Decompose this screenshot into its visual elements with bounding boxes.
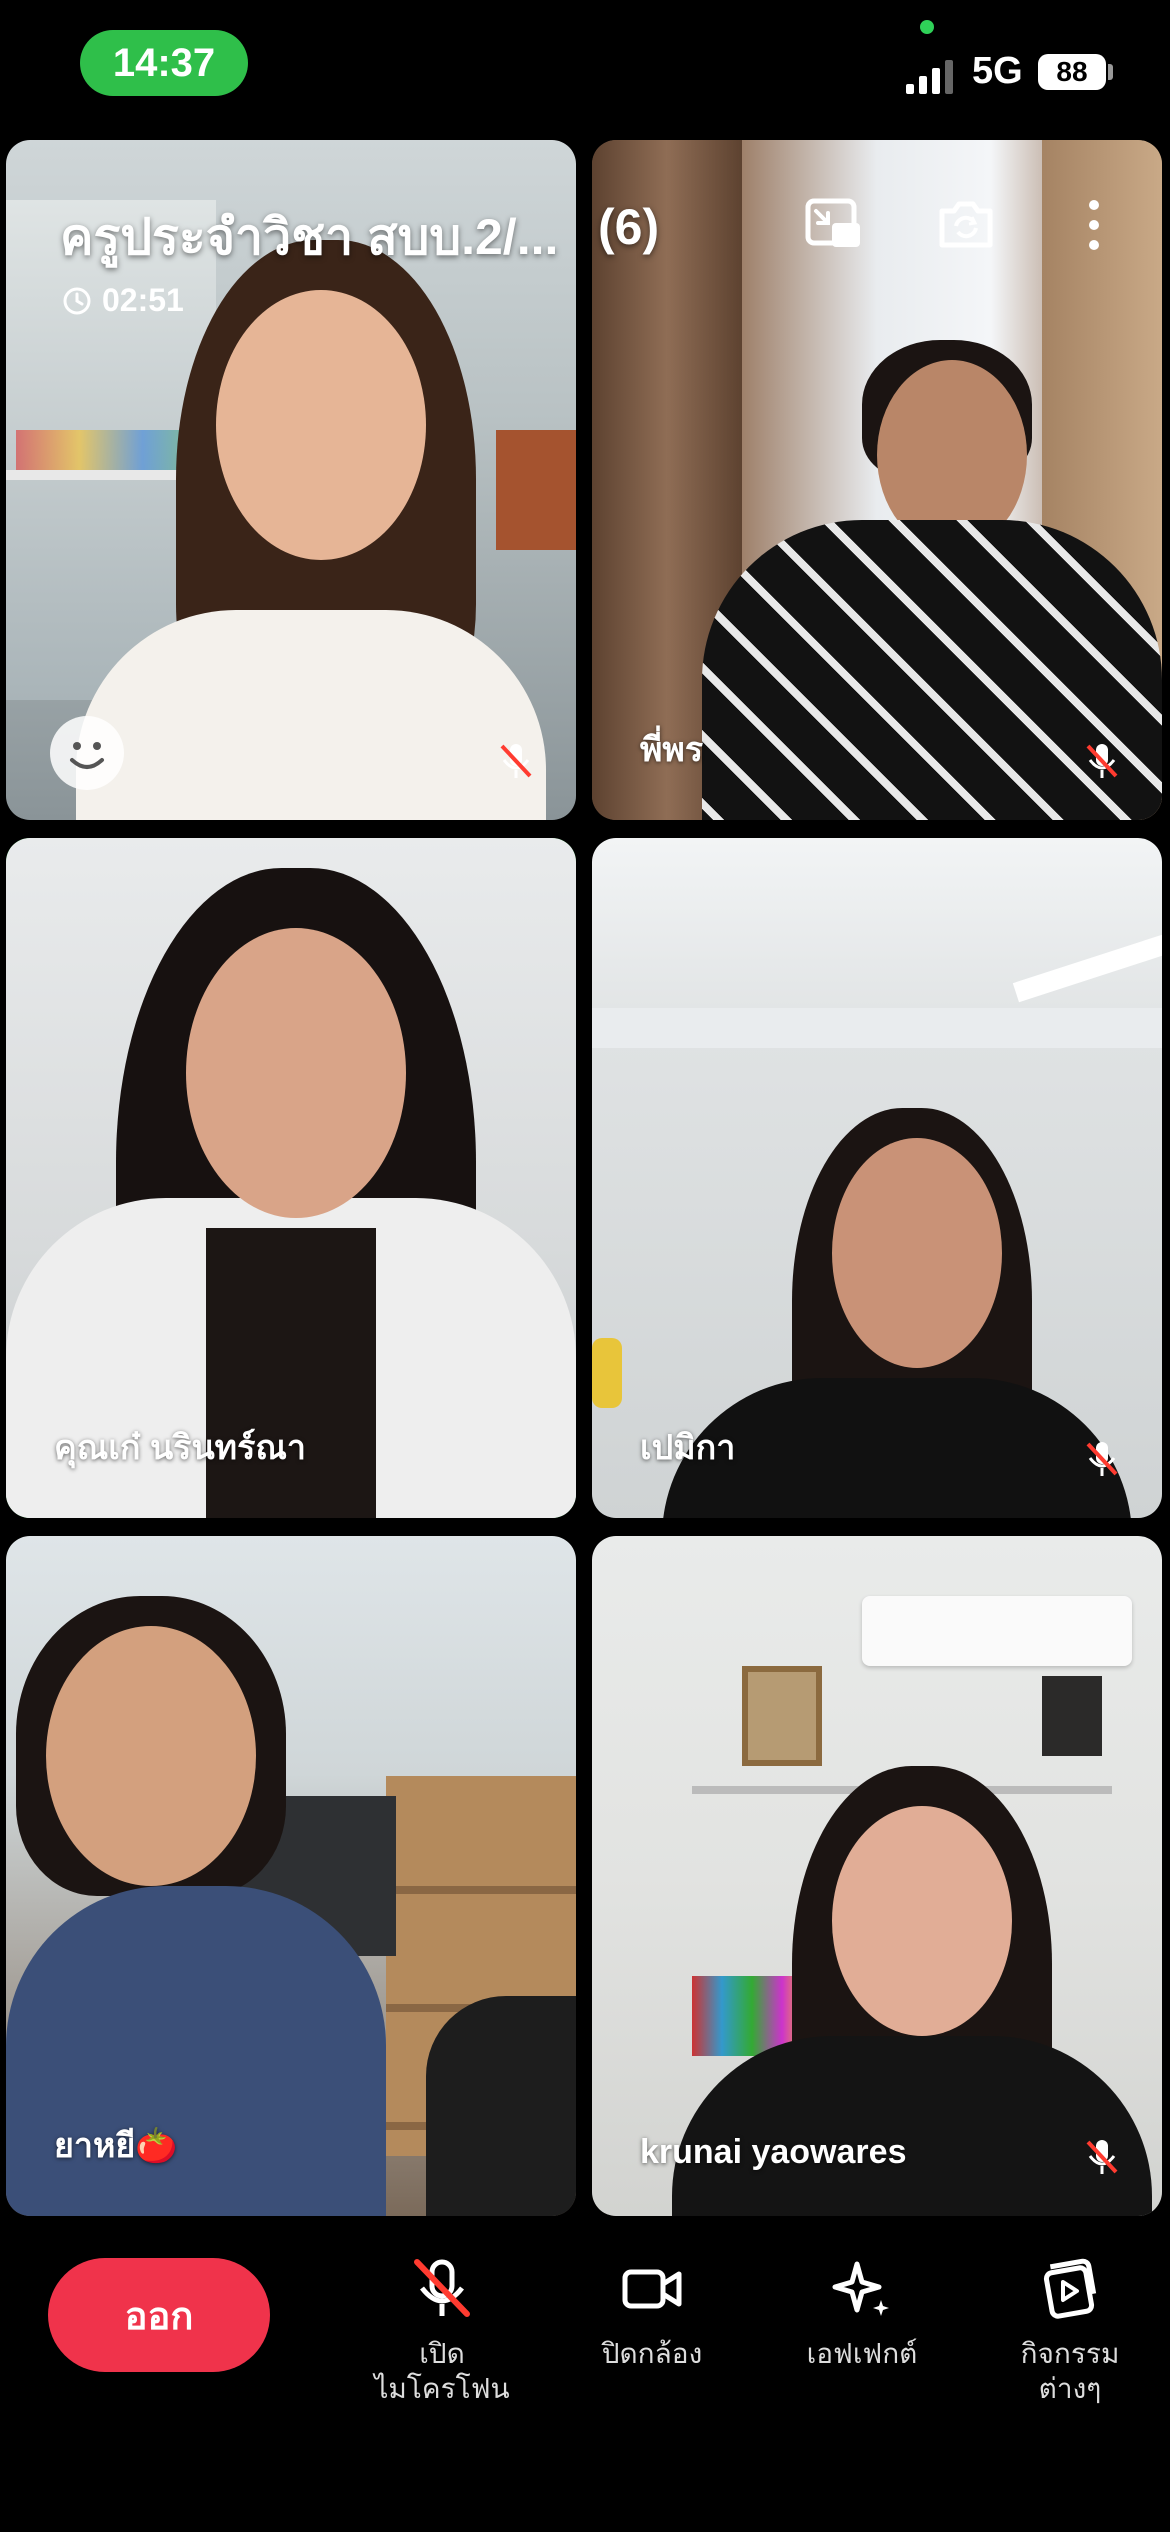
mic-off-icon <box>414 2259 470 2317</box>
participant-name: ยาหยี🍅 <box>54 2127 178 2165</box>
switch-camera-icon[interactable] <box>934 193 998 257</box>
mic-muted-icon <box>1080 738 1124 782</box>
participant-name: เปมิกา <box>640 1429 736 1467</box>
video-camera-icon <box>622 2269 682 2309</box>
call-timer: 02:51 <box>62 282 184 319</box>
effects-button[interactable]: เอฟเฟกต์ <box>762 2254 962 2371</box>
call-duration: 02:51 <box>102 282 184 318</box>
network-type: 5G <box>972 50 1023 92</box>
video-feed <box>592 1536 1162 2216</box>
smiley-icon <box>70 742 104 769</box>
participant-name: คุณเก๋ นรินทร์ณา <box>54 1429 306 1467</box>
sparkle-icon <box>832 2261 889 2316</box>
mic-in-use-indicator <box>920 20 934 34</box>
status-bar: 14:37 5G 88 <box>0 0 1170 130</box>
camera-toggle-button[interactable]: ปิดกล้อง <box>552 2254 752 2371</box>
participant-tile[interactable]: krunai yaowares <box>592 1536 1162 2216</box>
signal-strength-icon <box>906 56 953 94</box>
microphone-toggle-button[interactable]: เปิด ไมโครโฟน <box>342 2254 542 2406</box>
reaction-button[interactable] <box>50 716 124 790</box>
status-time[interactable]: 14:37 <box>80 30 248 96</box>
mic-muted-icon <box>494 738 538 782</box>
camera-label: ปิดกล้อง <box>601 2338 703 2369</box>
participant-count[interactable]: (6) <box>598 198 659 256</box>
participant-name: พี่พร <box>640 731 704 769</box>
participant-tile[interactable]: ยาหยี🍅 <box>6 1536 576 2216</box>
participant-tile[interactable]: เปมิกา <box>592 838 1162 1518</box>
clock-icon <box>63 287 91 314</box>
play-cards-icon <box>1043 2258 1097 2319</box>
mic-muted-icon <box>1080 1436 1124 1480</box>
activities-button[interactable]: กิจกรรม ต่างๆ <box>970 2254 1170 2406</box>
participant-name: krunai yaowares <box>640 2133 907 2171</box>
activities-label: กิจกรรม ต่างๆ <box>1020 2338 1120 2404</box>
video-feed <box>6 1536 576 2216</box>
battery-icon <box>1108 64 1113 80</box>
video-feed <box>592 838 1162 1518</box>
leave-call-button[interactable]: ออก <box>48 2258 270 2372</box>
video-feed <box>6 838 576 1518</box>
effects-label: เอฟเฟกต์ <box>806 2338 918 2369</box>
mic-muted-icon <box>1080 2134 1124 2178</box>
more-options-icon[interactable] <box>1062 193 1126 257</box>
microphone-label: เปิด ไมโครโฟน <box>374 2338 510 2404</box>
participant-tile-active-speaker[interactable]: คุณเก๋ นรินทร์ณา <box>6 838 576 1518</box>
call-title[interactable]: ครูประจำวิชา สบบ.2/... <box>60 198 558 277</box>
battery-level: 88 <box>1038 54 1106 90</box>
minimize-window-icon[interactable] <box>802 193 866 257</box>
